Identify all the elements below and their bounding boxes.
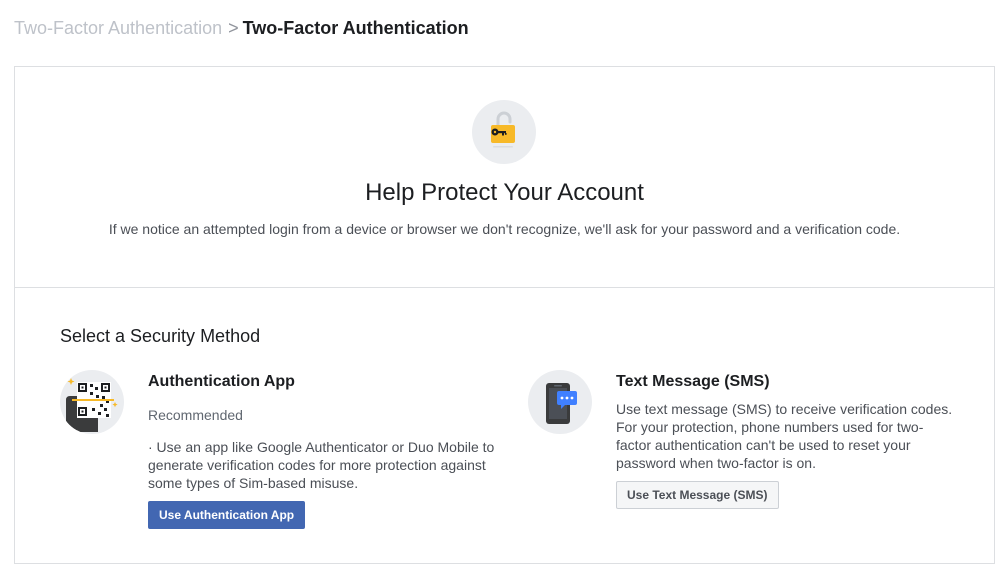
breadcrumb: Two-Factor Authentication > Two-Factor Aut… bbox=[14, 17, 469, 39]
qr-phone-icon bbox=[60, 370, 124, 434]
section-title: Select a Security Method bbox=[60, 326, 261, 346]
sms-description: Use text message (SMS) to receive verifi… bbox=[616, 401, 953, 471]
unlocked-padlock-key-icon bbox=[472, 100, 536, 164]
security-card: Help Protect Your Account If we notice a… bbox=[14, 66, 995, 564]
use-text-message-button[interactable]: Use Text Message (SMS) bbox=[616, 481, 779, 509]
use-authentication-app-button[interactable]: Use Authentication App bbox=[148, 501, 306, 529]
recommended-label: Recommended bbox=[148, 407, 243, 423]
two-factor-page: Two-Factor Authentication > Two-Factor Aut… bbox=[0, 0, 1007, 576]
sms-name: Text Message (SMS) bbox=[616, 373, 770, 390]
hero-section: Help Protect Your Account If we notice a… bbox=[15, 67, 994, 288]
hero-title: Help Protect Your Account bbox=[365, 179, 644, 206]
auth-app-name: Authentication App bbox=[148, 373, 295, 390]
breadcrumb-separator: > bbox=[228, 18, 239, 38]
hero-description: If we notice an attempted login from a d… bbox=[108, 221, 901, 237]
phone-message-icon bbox=[528, 370, 592, 434]
auth-app-description: · Use an app like Google Authenticator o… bbox=[148, 439, 495, 491]
breadcrumb-current: Two-Factor Authentication bbox=[242, 18, 469, 38]
breadcrumb-parent-link[interactable]: Two-Factor Authentication bbox=[14, 18, 222, 38]
